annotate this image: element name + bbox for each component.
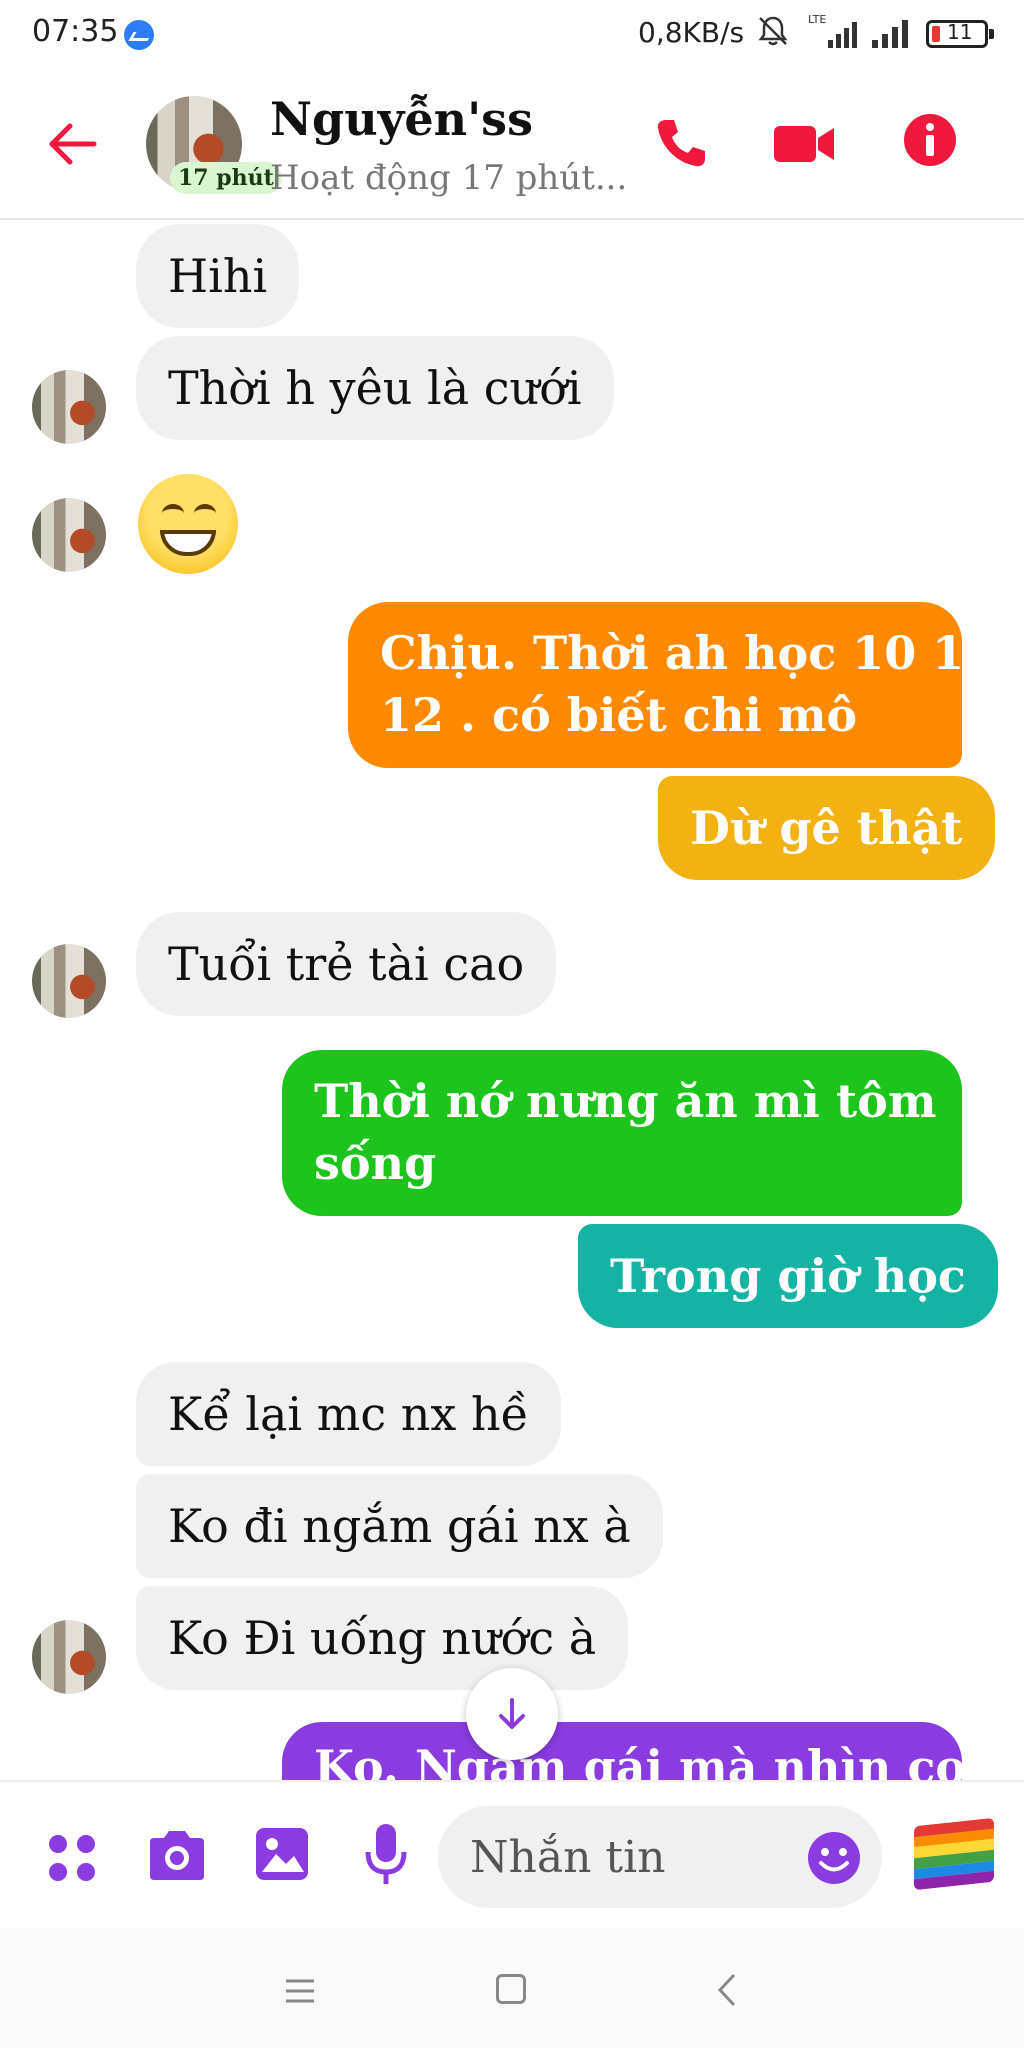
home-icon[interactable] [496,1974,526,2004]
recent-apps-icon[interactable] [284,1978,316,2004]
rainbow-flag-quick-reaction-icon[interactable] [914,1817,994,1891]
phone-call-icon[interactable] [652,114,710,172]
video-call-icon[interactable] [772,122,836,166]
network-speed: 0,8KB/s [638,16,745,49]
message-bubble-incoming[interactable]: Kể lại mc nx hề [136,1362,561,1466]
gallery-icon[interactable] [254,1826,310,1882]
status-bar: 07:35 0,8KB/s LTE 11 [0,0,1024,72]
message-line: 12 . có biết chi mô [380,688,858,742]
lte-signal-icon: LTE [808,13,857,48]
more-actions-icon[interactable] [46,1832,98,1884]
contact-name[interactable]: Nguyễn'ss [270,92,533,146]
message-bubble-outgoing[interactable]: Dừ gê thật [658,776,995,880]
battery-level: 11 [947,20,973,44]
info-icon[interactable] [902,112,958,168]
message-list[interactable]: Hihi Thời h yêu là cưới Chịu. Thời ah họ… [0,220,1024,1780]
bell-muted-icon [758,16,788,46]
message-bubble-outgoing[interactable]: Thời nớ nưng ăn mì tôm sống [282,1050,962,1216]
message-bubble-incoming[interactable]: Thời h yêu là cưới [136,336,614,440]
arrow-down-icon [499,1698,525,1729]
message-bubble-incoming[interactable]: Ko đi ngắm gái nx à [136,1474,663,1578]
contact-avatar-small[interactable] [32,1620,106,1694]
message-bubble-outgoing[interactable]: Trong giờ học [578,1224,998,1328]
message-line: sống [314,1136,437,1190]
grinning-face-emoji[interactable] [138,474,238,574]
scroll-to-bottom-button[interactable] [466,1668,558,1760]
conversation-header: 17 phút Nguyễn'ss Hoạt động 17 phút... [0,72,1024,220]
signal-icon [872,20,908,48]
message-line: Chịu. Thời ah học 10 11 [380,626,997,680]
contact-avatar-small[interactable] [32,944,106,1018]
contact-avatar-small[interactable] [32,498,106,572]
status-time: 07:35 [32,14,119,49]
message-bubble-outgoing[interactable]: Chịu. Thời ah học 10 11 12 . có biết chi… [348,602,997,768]
system-navigation-bar [0,1928,1024,2048]
message-bubble-incoming[interactable]: Hihi [136,224,300,328]
message-bubble-incoming[interactable]: Tuổi trẻ tài cao [136,912,557,1016]
emoji-picker-icon[interactable] [806,1830,862,1886]
lte-label: LTE [808,13,826,26]
message-composer [0,1780,1024,1930]
message-bubble-outgoing[interactable]: Ko. Ngắm gái mà nhìn con [282,1722,1000,1780]
back-nav-icon[interactable] [712,1972,742,2008]
message-bubble-incoming[interactable]: Ko Đi uống nước à [136,1586,629,1690]
active-time-badge: 17 phút [170,162,282,194]
contact-avatar-small[interactable] [32,370,106,444]
battery-icon: 11 [926,20,994,48]
messenger-notification-icon [124,20,154,50]
camera-icon[interactable] [146,1828,208,1882]
message-line: Thời nớ nưng ăn mì tôm [314,1074,937,1128]
microphone-icon[interactable] [364,1822,408,1888]
contact-status: Hoạt động 17 phút... [270,158,628,198]
back-arrow-icon[interactable] [44,116,100,172]
